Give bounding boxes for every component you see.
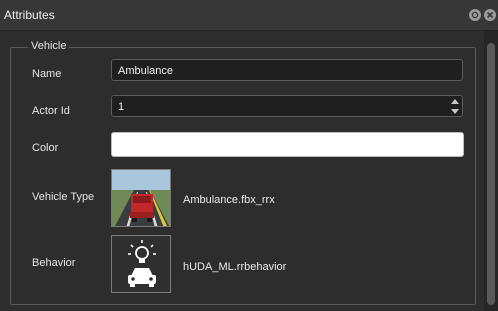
vehicle-thumbnail[interactable]: [111, 169, 171, 227]
vehicle-type-label: Vehicle Type: [32, 191, 95, 203]
panel-title: Attributes: [4, 8, 55, 22]
name-label: Name: [32, 68, 62, 80]
name-field[interactable]: Ambulance: [111, 59, 463, 81]
behavior-file: hUDA_ML.rrbehavior: [183, 261, 287, 273]
color-swatch[interactable]: [111, 132, 464, 157]
scrollbar-thumb[interactable]: [487, 43, 495, 305]
behavior-thumbnail[interactable]: [111, 235, 171, 293]
color-label: Color: [32, 142, 59, 154]
actor-id-label: Actor Id: [32, 105, 70, 117]
close-icon[interactable]: [484, 9, 496, 21]
behavior-label: Behavior: [32, 257, 76, 269]
spin-down-icon[interactable]: [451, 109, 459, 114]
actor-id-value: 1: [118, 101, 125, 113]
group-title: Vehicle: [28, 40, 70, 52]
attributes-panel: Vehicle Name Ambulance Actor Id 1 Color …: [0, 31, 484, 311]
vehicle-type-file: Ambulance.fbx_rrx: [183, 194, 275, 206]
actor-id-spinbox[interactable]: 1: [111, 95, 463, 117]
spin-up-icon[interactable]: [451, 99, 459, 104]
restore-icon[interactable]: [469, 9, 481, 21]
name-value: Ambulance: [118, 65, 174, 77]
car-with-lightbulb-icon: [128, 240, 156, 287]
panel-titlebar: Attributes: [0, 0, 498, 31]
